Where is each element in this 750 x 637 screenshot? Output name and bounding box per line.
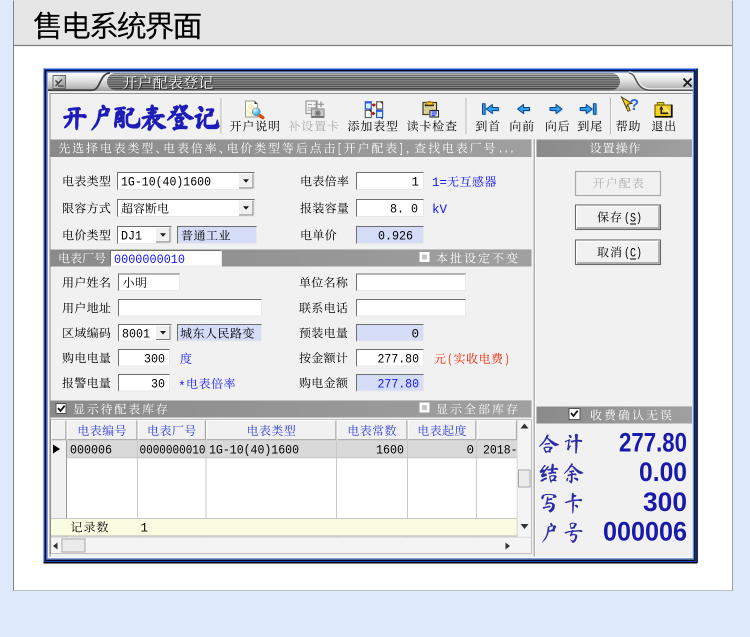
svg-text:(C): (C) xyxy=(624,247,642,261)
svg-text:0: 0 xyxy=(466,443,474,457)
svg-text:1: 1 xyxy=(141,522,149,536)
svg-text:300: 300 xyxy=(144,352,165,366)
svg-text:1=: 1= xyxy=(432,176,447,190)
svg-text:1: 1 xyxy=(411,175,419,189)
svg-text:?: ? xyxy=(630,97,639,114)
svg-text:kV: kV xyxy=(432,203,448,217)
svg-text:277.80: 277.80 xyxy=(378,377,420,391)
svg-text:...: ... xyxy=(498,143,515,157)
svg-text:[: [ xyxy=(337,143,342,157)
svg-text:30: 30 xyxy=(151,377,165,391)
svg-text:0000000010: 0000000010 xyxy=(114,253,185,267)
svg-text:0: 0 xyxy=(411,327,419,341)
svg-text:000006: 000006 xyxy=(70,443,112,457)
svg-text:*: * xyxy=(178,379,186,394)
svg-text:(: ( xyxy=(448,353,453,367)
svg-text:000006: 000006 xyxy=(603,517,687,547)
svg-text:(S): (S) xyxy=(624,212,642,226)
svg-text:]: ] xyxy=(399,143,404,157)
svg-text:300: 300 xyxy=(643,487,687,517)
svg-text:0000000010: 0000000010 xyxy=(140,443,206,457)
svg-text:): ) xyxy=(505,353,510,367)
svg-text:1G-10(40)1600: 1G-10(40)1600 xyxy=(209,443,299,457)
svg-text:8001: 8001 xyxy=(122,327,150,341)
svg-text:1600: 1600 xyxy=(376,443,404,457)
svg-text:1G-10(40)1600: 1G-10(40)1600 xyxy=(121,175,211,189)
svg-text:0.926: 0.926 xyxy=(378,229,413,243)
svg-text:0.00: 0.00 xyxy=(639,457,687,487)
svg-text:2018-: 2018- xyxy=(483,443,518,457)
svg-text:277.80: 277.80 xyxy=(378,352,420,366)
svg-text:DJ1: DJ1 xyxy=(121,230,142,244)
svg-text:8. 0: 8. 0 xyxy=(390,202,418,216)
svg-text:277.80: 277.80 xyxy=(619,428,687,458)
